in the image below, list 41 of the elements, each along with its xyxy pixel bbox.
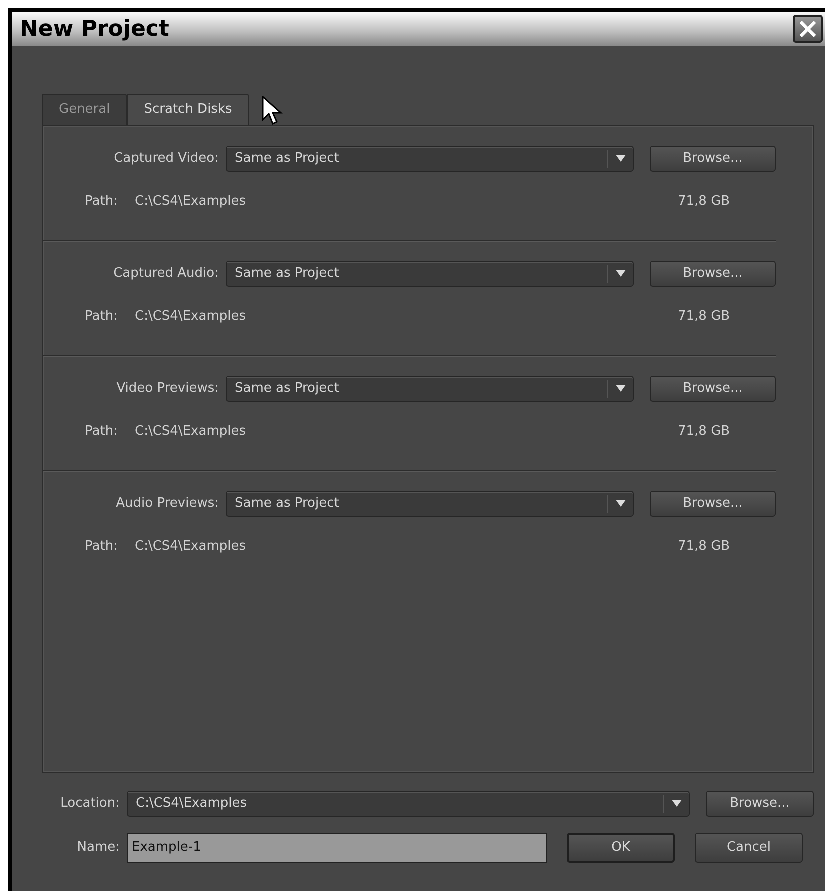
tab[interactable]: Scratch Disks	[127, 94, 250, 124]
dropdown[interactable]: Same as Project	[226, 376, 634, 402]
path-value: C:\CS4\Examples	[135, 538, 247, 556]
path-label: Path:	[85, 422, 119, 440]
browse-button[interactable]: Browse...	[650, 490, 776, 516]
name-field[interactable]: Example-1	[127, 832, 547, 862]
dropdown-arrow-icon	[616, 385, 626, 392]
disk-size: 71,8 GB	[678, 538, 732, 556]
field-label: Video Previews:	[116, 380, 220, 398]
mouse-cursor-icon	[262, 96, 284, 126]
browse-button[interactable]: Browse...	[650, 376, 776, 402]
dropdown[interactable]: Same as Project	[226, 260, 634, 286]
browse-button[interactable]: Browse...	[650, 260, 776, 286]
dropdown[interactable]: Same as Project	[226, 490, 634, 516]
browse-button[interactable]: Browse...	[650, 146, 776, 172]
disk-size: 71,8 GB	[678, 308, 732, 326]
field-label: Name:	[76, 838, 121, 857]
field-label: Captured Audio:	[112, 264, 220, 283]
dropdown[interactable]: C:\CS4\Examples	[127, 790, 690, 816]
window-title: New Project	[20, 16, 170, 44]
browse-button[interactable]: Browse...	[706, 790, 814, 816]
field-label: Location:	[60, 794, 121, 813]
dropdown-arrow-icon	[616, 500, 626, 507]
path-label: Path:	[85, 538, 119, 556]
cancel-button[interactable]: Cancel	[695, 832, 803, 862]
tab[interactable]: General	[42, 94, 128, 124]
path-label: Path:	[85, 308, 119, 326]
path-value: C:\CS4\Examples	[135, 308, 247, 326]
ok-button[interactable]: OK	[567, 832, 675, 862]
dropdown-arrow-icon	[672, 800, 682, 807]
close-button[interactable]: ×	[793, 15, 823, 43]
dropdown-arrow-icon	[616, 155, 626, 162]
disk-size: 71,8 GB	[678, 192, 732, 210]
field-label: Captured Video:	[113, 150, 220, 168]
path-value: C:\CS4\Examples	[135, 192, 247, 210]
dropdown-arrow-icon	[616, 270, 626, 277]
path-value: C:\CS4\Examples	[135, 422, 247, 440]
field-label: Audio Previews:	[115, 494, 220, 513]
disk-size: 71,8 GB	[678, 422, 732, 440]
path-label: Path:	[85, 192, 119, 210]
dropdown[interactable]: Same as Project	[226, 146, 634, 172]
